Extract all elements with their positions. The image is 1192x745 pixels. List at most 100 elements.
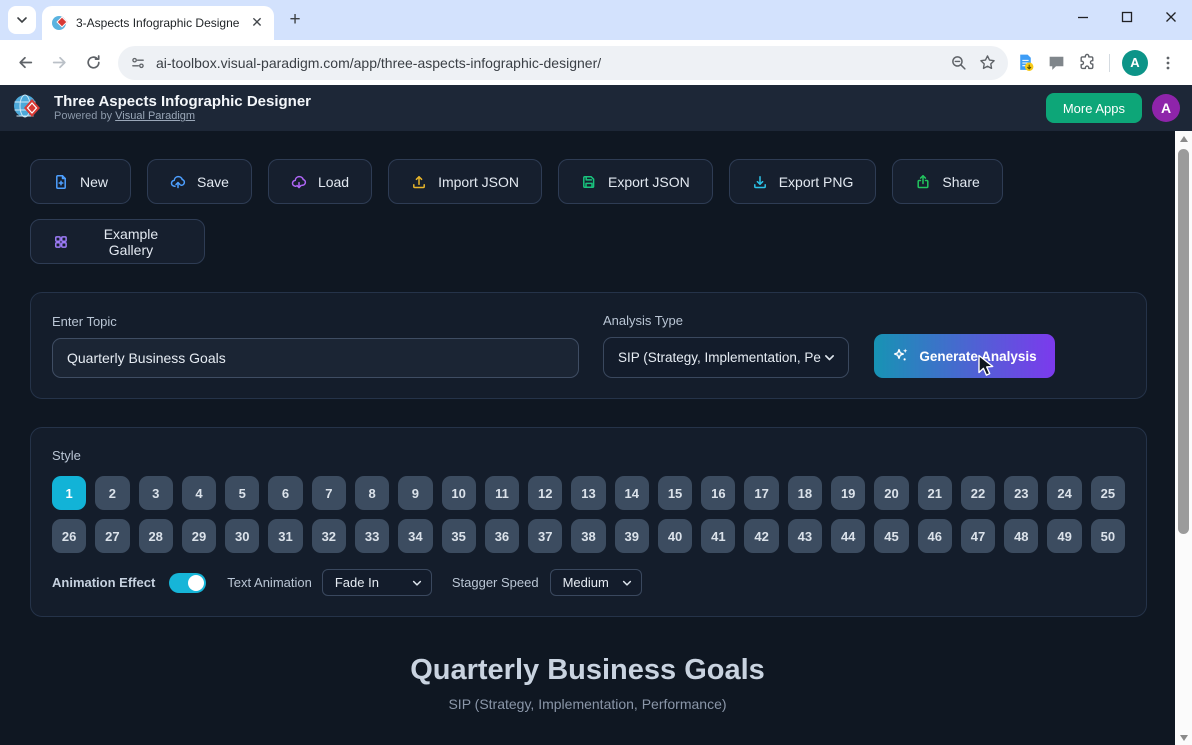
style-option-39[interactable]: 39 bbox=[615, 519, 649, 553]
style-option-15[interactable]: 15 bbox=[658, 476, 692, 510]
chevron-down-icon bbox=[823, 351, 836, 364]
browser-menu-icon[interactable] bbox=[1160, 55, 1176, 71]
style-option-48[interactable]: 48 bbox=[1004, 519, 1038, 553]
extensions-puzzle-icon[interactable] bbox=[1078, 53, 1097, 72]
style-option-35[interactable]: 35 bbox=[442, 519, 476, 553]
visual-paradigm-link[interactable]: Visual Paradigm bbox=[115, 110, 195, 122]
tab-strip: 3-Aspects Infographic Designer ✕ + bbox=[0, 0, 1192, 40]
forward-button[interactable] bbox=[44, 48, 74, 78]
style-option-45[interactable]: 45 bbox=[874, 519, 908, 553]
style-option-30[interactable]: 30 bbox=[225, 519, 259, 553]
preview-title: Quarterly Business Goals bbox=[0, 654, 1175, 687]
style-option-9[interactable]: 9 bbox=[398, 476, 432, 510]
browser-profile-avatar[interactable]: A bbox=[1122, 50, 1148, 76]
style-option-17[interactable]: 17 bbox=[744, 476, 778, 510]
export-json-button[interactable]: Export JSON bbox=[558, 159, 713, 204]
url-bar[interactable]: ai-toolbox.visual-paradigm.com/app/three… bbox=[118, 46, 1008, 80]
style-option-21[interactable]: 21 bbox=[918, 476, 952, 510]
style-option-27[interactable]: 27 bbox=[95, 519, 129, 553]
style-option-22[interactable]: 22 bbox=[961, 476, 995, 510]
style-option-42[interactable]: 42 bbox=[744, 519, 778, 553]
tab-close-icon[interactable]: ✕ bbox=[248, 14, 266, 32]
style-option-19[interactable]: 19 bbox=[831, 476, 865, 510]
style-option-6[interactable]: 6 bbox=[268, 476, 302, 510]
animation-effect-toggle[interactable] bbox=[169, 573, 206, 593]
style-option-16[interactable]: 16 bbox=[701, 476, 735, 510]
scrollbar-thumb[interactable] bbox=[1178, 149, 1189, 534]
export-png-button[interactable]: Export PNG bbox=[729, 159, 877, 204]
close-button[interactable] bbox=[1160, 6, 1182, 28]
maximize-button[interactable] bbox=[1116, 6, 1138, 28]
example-gallery-button[interactable]: Example Gallery bbox=[30, 219, 205, 264]
share-button[interactable]: Share bbox=[892, 159, 1002, 204]
style-option-40[interactable]: 40 bbox=[658, 519, 692, 553]
app-header: Three Aspects Infographic Designer Power… bbox=[0, 85, 1192, 131]
style-option-13[interactable]: 13 bbox=[571, 476, 605, 510]
minimize-button[interactable] bbox=[1072, 6, 1094, 28]
style-option-18[interactable]: 18 bbox=[788, 476, 822, 510]
style-option-10[interactable]: 10 bbox=[442, 476, 476, 510]
style-option-36[interactable]: 36 bbox=[485, 519, 519, 553]
tab-search-button[interactable] bbox=[8, 6, 36, 34]
style-option-32[interactable]: 32 bbox=[312, 519, 346, 553]
load-button[interactable]: Load bbox=[268, 159, 372, 204]
style-option-50[interactable]: 50 bbox=[1091, 519, 1125, 553]
chevron-down-icon bbox=[411, 577, 423, 589]
vertical-scrollbar[interactable] bbox=[1175, 131, 1192, 745]
style-option-20[interactable]: 20 bbox=[874, 476, 908, 510]
new-tab-button[interactable]: + bbox=[282, 7, 308, 33]
style-option-38[interactable]: 38 bbox=[571, 519, 605, 553]
share-icon bbox=[915, 174, 931, 190]
style-option-47[interactable]: 47 bbox=[961, 519, 995, 553]
analysis-type-select[interactable]: SIP (Strategy, Implementation, Pe bbox=[603, 337, 849, 378]
zoom-out-icon[interactable] bbox=[950, 54, 967, 71]
style-option-41[interactable]: 41 bbox=[701, 519, 735, 553]
style-option-46[interactable]: 46 bbox=[918, 519, 952, 553]
style-option-7[interactable]: 7 bbox=[312, 476, 346, 510]
style-option-23[interactable]: 23 bbox=[1004, 476, 1038, 510]
animation-controls: Animation Effect Text Animation Fade In … bbox=[52, 569, 1125, 596]
docs-extension-icon[interactable] bbox=[1016, 53, 1035, 72]
style-option-29[interactable]: 29 bbox=[182, 519, 216, 553]
style-option-5[interactable]: 5 bbox=[225, 476, 259, 510]
style-option-3[interactable]: 3 bbox=[139, 476, 173, 510]
style-option-4[interactable]: 4 bbox=[182, 476, 216, 510]
style-option-24[interactable]: 24 bbox=[1047, 476, 1081, 510]
scroll-down-arrow[interactable] bbox=[1175, 730, 1192, 745]
text-animation-select[interactable]: Fade In bbox=[322, 569, 432, 596]
chevron-down-icon bbox=[621, 577, 633, 589]
style-option-8[interactable]: 8 bbox=[355, 476, 389, 510]
style-option-34[interactable]: 34 bbox=[398, 519, 432, 553]
new-button[interactable]: New bbox=[30, 159, 131, 204]
scroll-up-arrow[interactable] bbox=[1175, 131, 1192, 146]
user-avatar[interactable]: A bbox=[1152, 94, 1180, 122]
style-option-14[interactable]: 14 bbox=[615, 476, 649, 510]
import-json-button[interactable]: Import JSON bbox=[388, 159, 542, 204]
chevron-down-icon bbox=[16, 14, 28, 26]
generate-analysis-button[interactable]: Generate Analysis bbox=[874, 334, 1055, 378]
style-option-49[interactable]: 49 bbox=[1047, 519, 1081, 553]
stagger-speed-select[interactable]: Medium bbox=[550, 569, 642, 596]
style-option-1[interactable]: 1 bbox=[52, 476, 86, 510]
style-option-43[interactable]: 43 bbox=[788, 519, 822, 553]
style-option-28[interactable]: 28 bbox=[139, 519, 173, 553]
more-apps-button[interactable]: More Apps bbox=[1046, 93, 1142, 123]
style-option-44[interactable]: 44 bbox=[831, 519, 865, 553]
save-button[interactable]: Save bbox=[147, 159, 252, 204]
site-settings-icon[interactable] bbox=[130, 55, 146, 71]
reload-button[interactable] bbox=[78, 48, 108, 78]
style-option-33[interactable]: 33 bbox=[355, 519, 389, 553]
style-option-11[interactable]: 11 bbox=[485, 476, 519, 510]
style-option-37[interactable]: 37 bbox=[528, 519, 562, 553]
style-option-26[interactable]: 26 bbox=[52, 519, 86, 553]
chat-extension-icon[interactable] bbox=[1047, 53, 1066, 72]
file-plus-icon bbox=[53, 174, 69, 190]
bookmark-star-icon[interactable] bbox=[979, 54, 996, 71]
style-option-12[interactable]: 12 bbox=[528, 476, 562, 510]
browser-tab[interactable]: 3-Aspects Infographic Designer ✕ bbox=[42, 6, 274, 40]
style-option-25[interactable]: 25 bbox=[1091, 476, 1125, 510]
back-button[interactable] bbox=[10, 48, 40, 78]
style-option-31[interactable]: 31 bbox=[268, 519, 302, 553]
topic-input[interactable] bbox=[52, 338, 579, 378]
style-option-2[interactable]: 2 bbox=[95, 476, 129, 510]
